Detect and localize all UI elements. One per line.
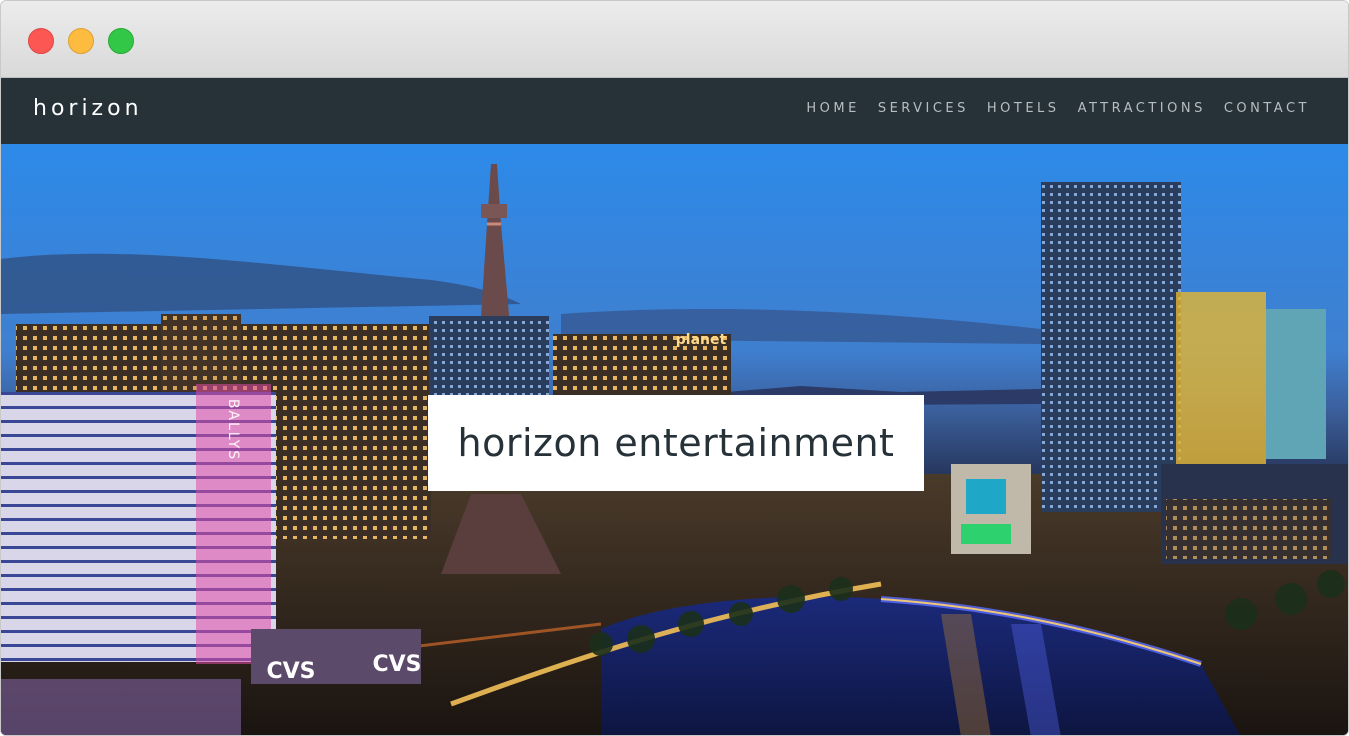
minimize-window-button[interactable]	[68, 28, 94, 54]
hero-title: horizon entertainment	[457, 421, 895, 465]
maximize-window-button[interactable]	[108, 28, 134, 54]
cvs-sign-right: CVS	[372, 652, 421, 677]
planet-sign: planet	[676, 332, 727, 348]
hero-title-box: horizon entertainment	[428, 395, 924, 491]
ballys-sign: BALLYS	[225, 399, 241, 461]
nav-link-contact[interactable]: CONTACT	[1224, 101, 1310, 116]
window-titlebar	[1, 1, 1348, 78]
close-window-button[interactable]	[28, 28, 54, 54]
brand-logo[interactable]: horizon	[33, 96, 143, 121]
cvs-sign-left: CVS	[266, 659, 315, 684]
nav-link-hotels[interactable]: HOTELS	[987, 101, 1060, 116]
hero-banner: BALLYS CVS CVS planet horizon entertainm…	[1, 144, 1348, 735]
nav-link-services[interactable]: SERVICES	[878, 101, 969, 116]
browser-window: horizon HOME SERVICES HOTELS ATTRACTIONS…	[0, 0, 1349, 736]
nav-link-home[interactable]: HOME	[806, 101, 859, 116]
site-navbar: horizon HOME SERVICES HOTELS ATTRACTIONS…	[1, 78, 1348, 144]
main-nav: HOME SERVICES HOTELS ATTRACTIONS CONTACT	[806, 101, 1310, 116]
nav-link-attractions[interactable]: ATTRACTIONS	[1078, 101, 1206, 116]
